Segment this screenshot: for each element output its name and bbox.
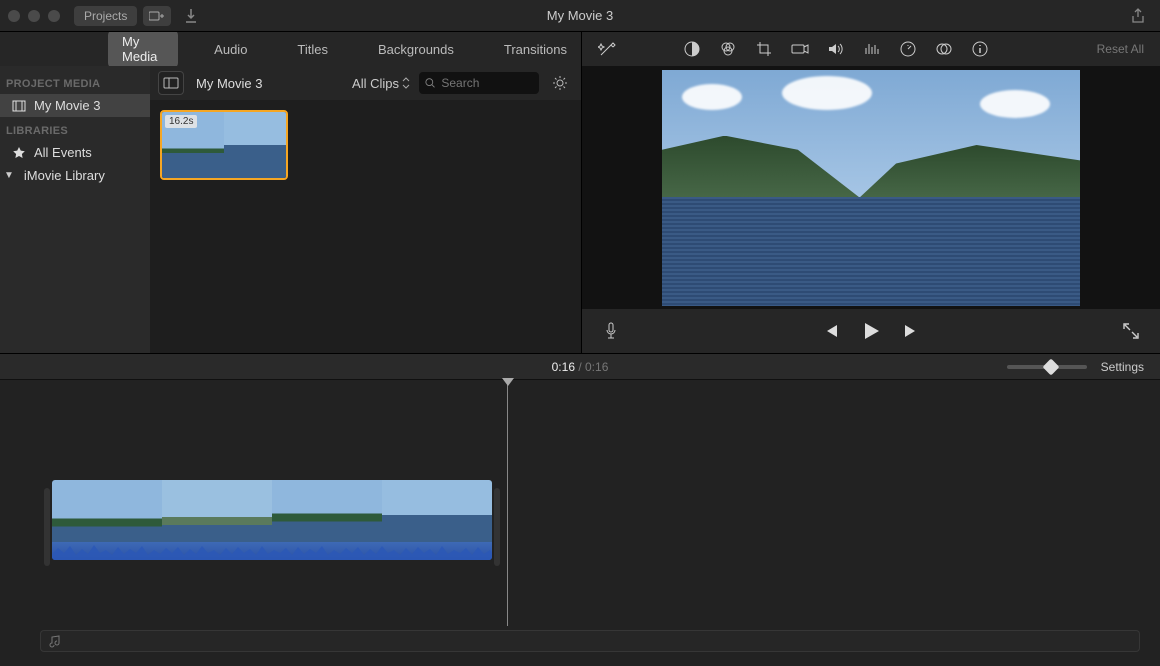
- tab-titles[interactable]: Titles: [283, 38, 342, 61]
- browser-sidebar: PROJECT MEDIA My Movie 3 LIBRARIES All E…: [0, 66, 150, 353]
- stabilization-icon[interactable]: [791, 40, 809, 58]
- fullscreen-icon[interactable]: [1122, 322, 1140, 340]
- volume-icon[interactable]: [827, 40, 845, 58]
- window-titlebar: Projects My Movie 3: [0, 0, 1160, 32]
- window-title: My Movie 3: [547, 8, 613, 23]
- info-icon[interactable]: [971, 40, 989, 58]
- gear-icon[interactable]: [547, 71, 573, 95]
- sidebar-item-label: My Movie 3: [34, 98, 100, 113]
- tab-backgrounds[interactable]: Backgrounds: [364, 38, 468, 61]
- media-clip[interactable]: 16.2s: [160, 110, 288, 180]
- sidebar-item-label: All Events: [34, 145, 92, 160]
- noise-reduction-icon[interactable]: [863, 40, 881, 58]
- timeline-zoom-slider[interactable]: [1007, 365, 1087, 369]
- projects-button[interactable]: Projects: [74, 6, 137, 26]
- window-traffic-lights[interactable]: [8, 10, 60, 22]
- star-icon: [12, 146, 26, 160]
- sidebar-label-libraries: LIBRARIES: [0, 117, 150, 141]
- sidebar-item-label: iMovie Library: [24, 168, 105, 183]
- disclosure-triangle-icon[interactable]: ▼: [4, 170, 14, 181]
- browser-tabs: My Media Audio Titles Backgrounds Transi…: [0, 32, 581, 66]
- reset-all-button[interactable]: Reset All: [1057, 42, 1144, 56]
- media-import-icon[interactable]: [143, 6, 171, 26]
- share-icon[interactable]: [1124, 6, 1152, 26]
- browser-content-title: My Movie 3: [196, 76, 262, 91]
- timeline-settings-button[interactable]: Settings: [1101, 360, 1144, 374]
- sidebar-label-project-media: PROJECT MEDIA: [0, 70, 150, 94]
- clip-trim-handle-right[interactable]: [494, 488, 500, 566]
- search-input[interactable]: [439, 75, 533, 91]
- search-field[interactable]: [419, 72, 539, 94]
- timeline-clip[interactable]: [52, 480, 492, 580]
- search-icon: [425, 77, 435, 89]
- enhance-icon[interactable]: [598, 40, 616, 58]
- clip-duration-badge: 16.2s: [165, 115, 197, 128]
- timeline-playhead[interactable]: [507, 380, 508, 626]
- film-icon: [12, 99, 26, 113]
- crop-icon[interactable]: [755, 40, 773, 58]
- play-icon[interactable]: [862, 322, 880, 340]
- color-balance-icon[interactable]: [683, 40, 701, 58]
- speed-icon[interactable]: [899, 40, 917, 58]
- next-frame-icon[interactable]: [902, 322, 920, 340]
- voiceover-icon[interactable]: [602, 322, 620, 340]
- timeline[interactable]: [0, 380, 1160, 666]
- preview-viewport[interactable]: [582, 66, 1160, 309]
- sidebar-item-all-events[interactable]: All Events: [0, 141, 150, 164]
- audio-waveform: [52, 542, 492, 560]
- playhead-time: 0:16 / 0:16: [552, 360, 609, 374]
- color-correction-icon[interactable]: [719, 40, 737, 58]
- audio-track[interactable]: [40, 630, 1140, 652]
- viewer-toolbar: Reset All: [582, 32, 1160, 66]
- clip-filter-dropdown[interactable]: All Clips: [352, 76, 411, 91]
- tab-audio[interactable]: Audio: [200, 38, 261, 61]
- tab-my-media[interactable]: My Media: [108, 30, 178, 68]
- sidebar-item-project[interactable]: My Movie 3: [0, 94, 150, 117]
- download-icon[interactable]: [177, 6, 205, 26]
- sidebar-item-library[interactable]: ▼ iMovie Library: [0, 164, 150, 187]
- clip-trim-handle-left[interactable]: [44, 488, 50, 566]
- clip-filter-icon[interactable]: [935, 40, 953, 58]
- sidebar-toggle-icon[interactable]: [158, 71, 184, 95]
- previous-frame-icon[interactable]: [822, 322, 840, 340]
- music-note-icon: [49, 634, 63, 648]
- tab-transitions[interactable]: Transitions: [490, 38, 581, 61]
